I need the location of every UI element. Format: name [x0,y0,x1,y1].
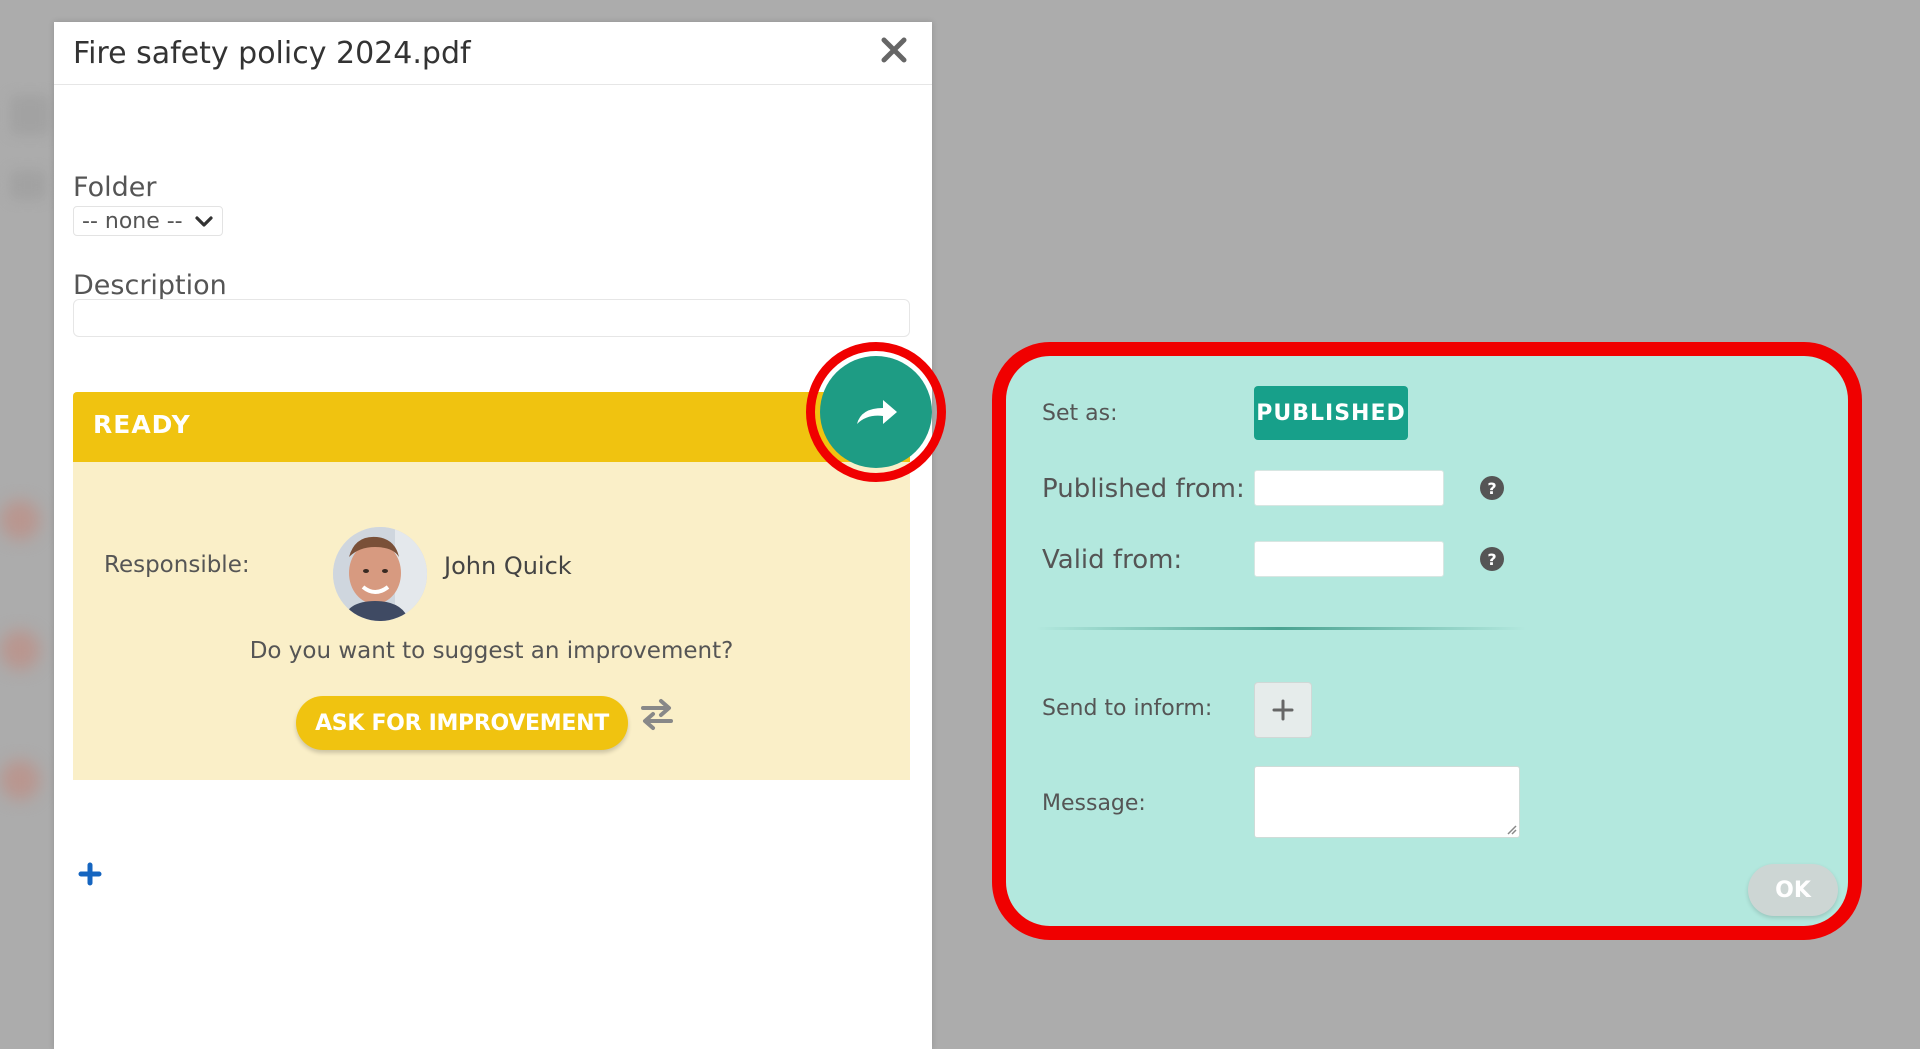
add-button[interactable] [78,862,102,886]
transition-button[interactable] [820,356,932,468]
suggest-improvement-text: Do you want to suggest an improvement? [249,638,734,664]
plus-icon [78,862,102,886]
publish-settings-panel: Set as: PUBLISHED Published from: ? Vali… [992,342,1862,940]
add-recipient-button[interactable] [1254,682,1312,738]
status-details: Responsible: John Quick Do you want to s… [73,462,910,780]
valid-from-input[interactable] [1254,541,1444,577]
share-arrow-icon [857,400,897,424]
close-icon [881,37,907,63]
background-shape [0,760,40,800]
dialog-header: Fire safety policy 2024.pdf [54,22,932,85]
question-circle-icon[interactable]: ? [1480,547,1504,571]
set-as-label: Set as: [1042,401,1118,426]
avatar [333,527,427,621]
transition-button-highlight [806,342,946,482]
published-status-button[interactable]: PUBLISHED [1254,386,1408,440]
responsible-label: Responsible: [104,552,250,578]
background-shape [0,500,40,540]
background-shape [10,170,46,200]
responsible-name: John Quick [444,552,572,580]
background-shape [0,630,40,670]
section-divider [1036,627,1526,630]
document-dialog: Fire safety policy 2024.pdf Folder -- no… [54,22,932,1049]
chevron-down-icon [195,216,213,227]
description-input[interactable] [73,299,910,337]
message-label: Message: [1042,791,1146,816]
resize-grip-icon[interactable] [1505,823,1517,835]
published-from-input[interactable] [1254,470,1444,506]
status-bar: READY [73,392,910,462]
folder-select[interactable]: -- none -- [73,206,223,236]
dialog-title: Fire safety policy 2024.pdf [73,36,471,71]
close-button[interactable] [874,30,914,70]
ask-for-improvement-button[interactable]: ASK FOR IMPROVEMENT [296,696,628,750]
published-from-label: Published from: [1042,474,1245,504]
background-shape [10,95,50,135]
avatar-image [333,527,427,621]
status-label: READY [93,410,191,439]
question-circle-icon[interactable]: ? [1480,476,1504,500]
swap-button[interactable] [639,696,675,732]
folder-label: Folder [73,172,157,203]
valid-from-label: Valid from: [1042,545,1183,575]
description-label: Description [73,270,227,301]
message-textarea[interactable] [1254,766,1520,838]
folder-select-value: -- none -- [82,208,183,234]
plus-icon [1272,699,1294,721]
send-to-inform-label: Send to inform: [1042,696,1213,721]
swap-arrows-icon [641,699,673,730]
ok-button[interactable]: OK [1748,864,1838,916]
